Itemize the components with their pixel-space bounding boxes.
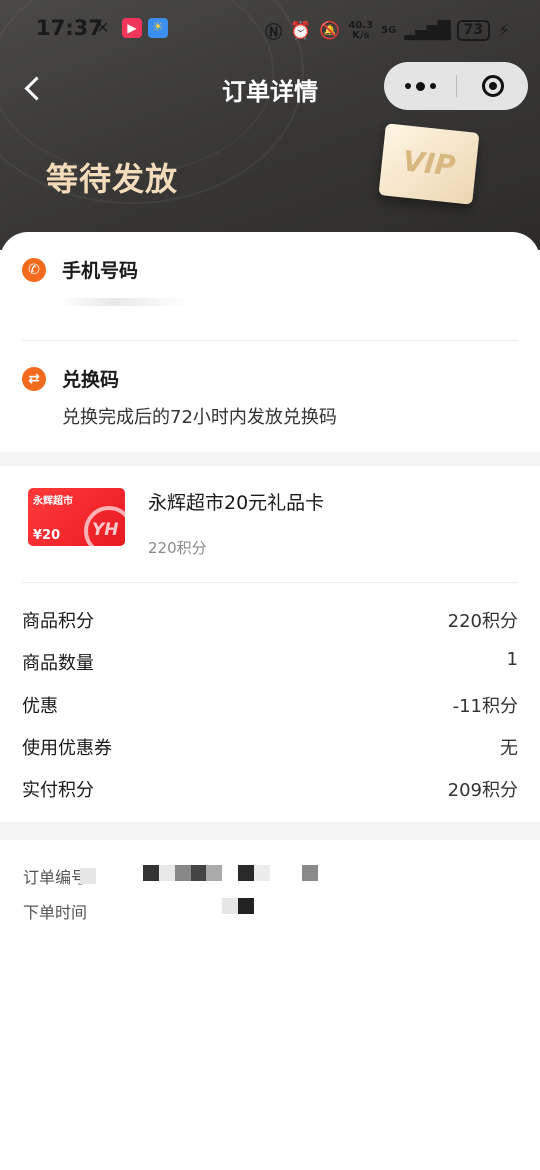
summary-row: 优惠 -11积分 — [22, 692, 518, 718]
charging-icon: ⚡ — [498, 20, 510, 41]
vip-card-illustration: VIP — [378, 123, 480, 205]
summary-value: 209积分 — [447, 780, 518, 801]
order-number-label: 订单编号 — [23, 868, 88, 887]
system-status-icons: Ⓝ ⏰ 🔕 40.3 K/s 5G ▂▄▆█ 73 ⚡ — [265, 18, 510, 43]
section-gap — [0, 822, 540, 840]
gift-card-brand: 永辉超市 — [33, 496, 73, 507]
summary-value: 220积分 — [447, 611, 518, 632]
divider — [22, 340, 518, 341]
summary-label: 商品积分 — [22, 611, 94, 632]
yh-logo: YH — [92, 520, 119, 540]
video-app-icon: ▶ — [122, 18, 142, 38]
more-button[interactable] — [384, 81, 456, 91]
weather-icon: ☀ — [148, 18, 168, 38]
product-points: 220积分 — [148, 539, 207, 557]
code-description: 兑换完成后的72小时内发放兑换码 — [62, 407, 337, 428]
summary-label: 优惠 — [22, 696, 58, 717]
divider — [22, 582, 518, 583]
phone-label: 手机号码 — [62, 260, 139, 282]
more-dot-icon — [404, 83, 411, 89]
signal-icon: ▂▄▆█ — [404, 20, 450, 41]
summary-value: -11积分 — [452, 696, 518, 717]
order-status-header: 17:37 ✕ ▶ ☀ Ⓝ ⏰ 🔕 40.3 K/s 5G ▂▄▆█ 73 ⚡ … — [0, 0, 540, 250]
notification-icons: ✕ ▶ ☀ — [96, 18, 168, 38]
more-dot-icon — [429, 83, 436, 89]
status-bar: 17:37 ✕ ▶ ☀ Ⓝ ⏰ 🔕 40.3 K/s 5G ▂▄▆█ 73 ⚡ — [0, 0, 540, 60]
miniprogram-capsule — [384, 62, 528, 110]
exchange-icon: ⇄ — [22, 366, 46, 391]
phone-section-header: ✆ 手机号码 — [22, 256, 138, 283]
summary-row: 商品积分 220积分 — [22, 607, 518, 633]
section-gap — [0, 452, 540, 466]
code-label: 兑换码 — [62, 369, 120, 391]
summary-row: 使用优惠券 无 — [22, 734, 518, 760]
target-icon — [481, 75, 504, 97]
gift-card-price: ¥20 — [33, 528, 61, 543]
mute-icon: 🔕 — [319, 20, 341, 41]
order-time-label: 下单时间 — [23, 903, 88, 922]
more-dot-icon — [415, 81, 425, 91]
code-section-header: ⇄ 兑换码 — [22, 365, 119, 392]
alarm-icon: ⏰ — [290, 20, 312, 41]
summary-label: 使用优惠券 — [22, 738, 112, 759]
close-miniprogram-button[interactable] — [457, 75, 528, 97]
product-name[interactable]: 永辉超市20元礼品卡 — [148, 488, 324, 515]
battery-indicator: 73 — [456, 20, 491, 41]
summary-label: 商品数量 — [22, 653, 94, 674]
summary-value: 1 — [506, 649, 518, 670]
nfc-icon: Ⓝ — [265, 23, 283, 43]
order-status: 等待发放 — [46, 160, 179, 198]
status-time: 17:37 — [36, 16, 103, 40]
net-speed: 40.3 K/s — [348, 20, 373, 41]
missed-call-icon: ✕ — [96, 18, 110, 37]
summary-value: 无 — [500, 738, 518, 759]
phone-icon: ✆ — [22, 257, 46, 282]
network-type: 5G — [381, 24, 397, 36]
vip-label: VIP — [401, 144, 457, 183]
summary-row: 实付积分 209积分 — [22, 776, 518, 802]
summary-label: 实付积分 — [22, 780, 94, 801]
net-speed-unit: K/s — [352, 29, 370, 41]
summary-row: 商品数量 1 — [22, 649, 518, 675]
phone-number-redacted — [60, 298, 190, 306]
gift-card-thumbnail[interactable]: 永辉超市 ¥20 YH — [28, 488, 125, 546]
